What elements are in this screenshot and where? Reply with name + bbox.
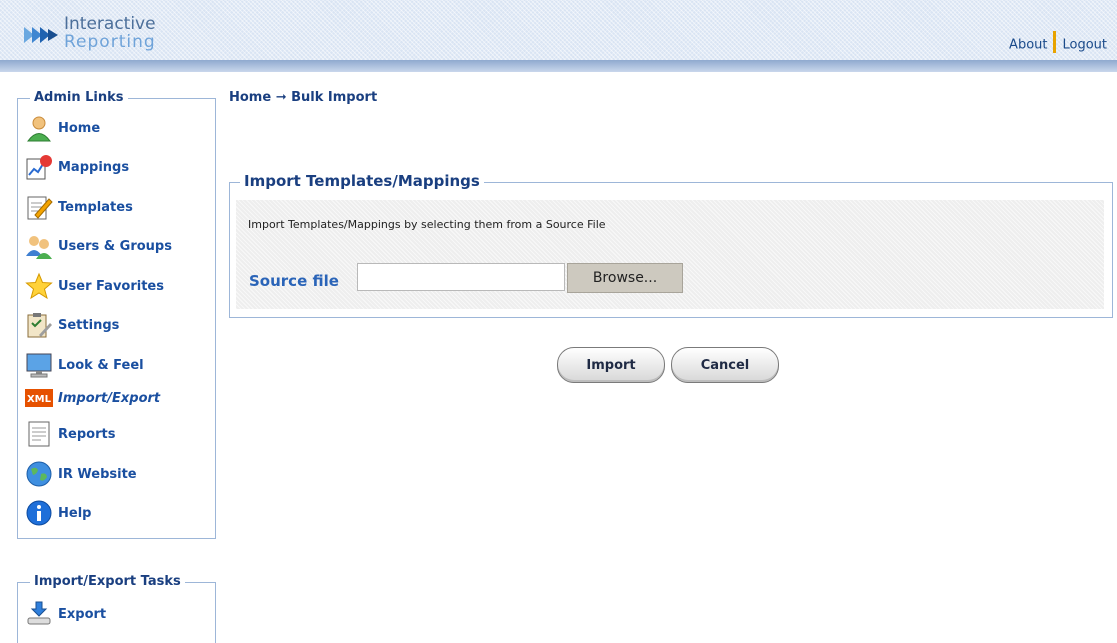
clipboard-settings-icon <box>24 310 54 340</box>
sidebar-item-help[interactable]: Help <box>18 496 91 530</box>
import-templates-panel: Import Templates/Mappings Import Templat… <box>229 172 1113 318</box>
task-item-export[interactable]: Export <box>18 597 106 631</box>
sidebar-item-look-feel[interactable]: Look & Feel <box>18 348 144 382</box>
notepad-pencil-icon <box>24 192 54 222</box>
app-logo[interactable]: Interactive Reporting <box>24 12 174 56</box>
about-link[interactable]: About <box>1009 38 1047 53</box>
breadcrumb[interactable]: Home ➞ Bulk Import <box>229 90 377 105</box>
sidebar-item-label: Settings <box>58 317 120 333</box>
cancel-button[interactable]: Cancel <box>671 347 779 383</box>
sidebar-item-home[interactable]: Home <box>18 111 100 145</box>
arrows-logo-icon <box>24 27 58 43</box>
header-band <box>0 60 1117 72</box>
sidebar-item-mappings[interactable]: Mappings <box>18 150 129 184</box>
top-links: About Logout <box>1009 31 1107 56</box>
import-button[interactable]: Import <box>557 347 665 383</box>
sidebar-item-label: User Favorites <box>58 278 164 294</box>
sidebar-item-import-export[interactable]: XML Import/Export <box>18 381 160 415</box>
logo-text-line2: Reporting <box>64 32 156 52</box>
sidebar-item-templates[interactable]: Templates <box>18 190 133 224</box>
browse-button[interactable]: Browse... <box>567 263 683 293</box>
task-item-label: Export <box>58 606 107 622</box>
sidebar-item-label: Import/Export <box>58 390 161 406</box>
sidebar-item-ir-website[interactable]: IR Website <box>18 457 137 491</box>
xml-icon: XML <box>24 383 54 413</box>
sidebar-item-label: Mappings <box>58 159 130 175</box>
link-separator <box>1053 31 1057 53</box>
sidebar-item-users-groups[interactable]: Users & Groups <box>18 229 172 263</box>
user-icon <box>24 113 54 143</box>
import-description: Import Templates/Mappings by selecting t… <box>248 218 606 231</box>
logo-text-line1: Interactive <box>64 14 156 34</box>
admin-links-panel: Admin Links Home Mappings Templates User… <box>17 90 216 539</box>
sidebar-item-reports[interactable]: Reports <box>18 417 115 451</box>
sidebar-item-label: Users & Groups <box>58 238 172 254</box>
globe-icon <box>24 459 54 489</box>
tasks-panel: Import/Export Tasks Export <box>17 574 216 643</box>
app-header: Interactive Reporting About Logout <box>0 0 1117 72</box>
sidebar-item-settings[interactable]: Settings <box>18 308 119 342</box>
sidebar-item-label: Templates <box>58 199 133 215</box>
sidebar-item-label: Look & Feel <box>58 357 144 373</box>
sidebar-item-label: Reports <box>58 426 116 442</box>
export-icon <box>24 599 54 629</box>
source-file-input[interactable] <box>357 263 565 291</box>
users-icon <box>24 231 54 261</box>
sidebar-item-label: Help <box>58 505 92 521</box>
info-icon <box>24 498 54 528</box>
svg-text:XML: XML <box>27 394 52 405</box>
import-panel-title: Import Templates/Mappings <box>240 172 484 190</box>
admin-links-title: Admin Links <box>30 90 128 105</box>
tasks-title: Import/Export Tasks <box>30 574 185 589</box>
source-file-label: Source file <box>249 272 339 290</box>
monitor-icon <box>24 350 54 380</box>
sidebar-item-label: Home <box>58 120 101 136</box>
import-panel-body: Import Templates/Mappings by selecting t… <box>236 200 1104 309</box>
sidebar-item-user-favorites[interactable]: User Favorites <box>18 269 164 303</box>
star-icon <box>24 271 54 301</box>
logout-link[interactable]: Logout <box>1062 38 1107 53</box>
sidebar-item-label: IR Website <box>58 466 137 482</box>
chart-icon <box>24 152 54 182</box>
document-icon <box>24 419 54 449</box>
